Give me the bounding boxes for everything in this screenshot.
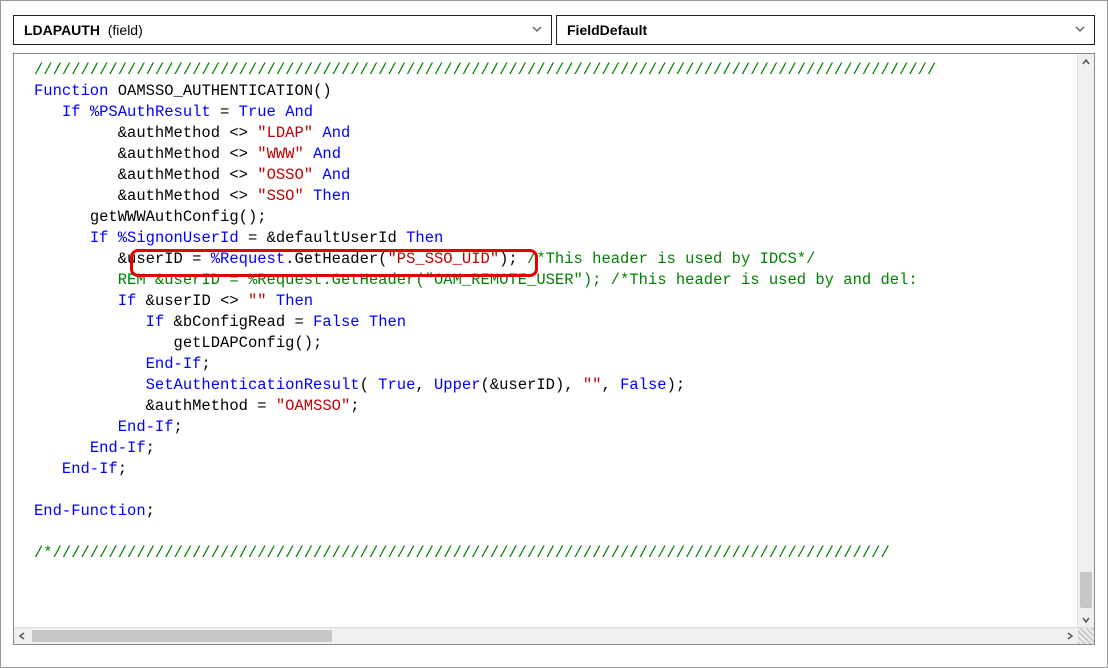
object-selector-label: LDAPAUTH (field) bbox=[24, 22, 143, 38]
vertical-scrollbar[interactable] bbox=[1077, 54, 1094, 628]
editor-window: LDAPAUTH (field) FieldDefault //////////… bbox=[0, 0, 1108, 668]
code-editor-frame: ////////////////////////////////////////… bbox=[13, 53, 1095, 645]
chevron-down-icon bbox=[1074, 23, 1086, 38]
event-selector-label: FieldDefault bbox=[567, 22, 647, 38]
chevron-down-icon bbox=[531, 23, 543, 38]
object-selector-dropdown[interactable]: LDAPAUTH (field) bbox=[13, 15, 552, 45]
resize-grip-icon[interactable] bbox=[1078, 628, 1094, 644]
dropdown-bar: LDAPAUTH (field) FieldDefault bbox=[1, 1, 1107, 53]
event-selector-dropdown[interactable]: FieldDefault bbox=[556, 15, 1095, 45]
code-content: ////////////////////////////////////////… bbox=[14, 54, 1078, 564]
scroll-right-icon[interactable] bbox=[1062, 628, 1078, 644]
code-editor[interactable]: ////////////////////////////////////////… bbox=[14, 54, 1078, 628]
scroll-down-icon[interactable] bbox=[1078, 612, 1094, 628]
scrollbar-thumb[interactable] bbox=[32, 630, 332, 642]
scroll-up-icon[interactable] bbox=[1078, 54, 1094, 70]
scrollbar-thumb[interactable] bbox=[1080, 572, 1092, 608]
horizontal-scrollbar[interactable] bbox=[14, 627, 1094, 644]
scroll-left-icon[interactable] bbox=[14, 628, 30, 644]
